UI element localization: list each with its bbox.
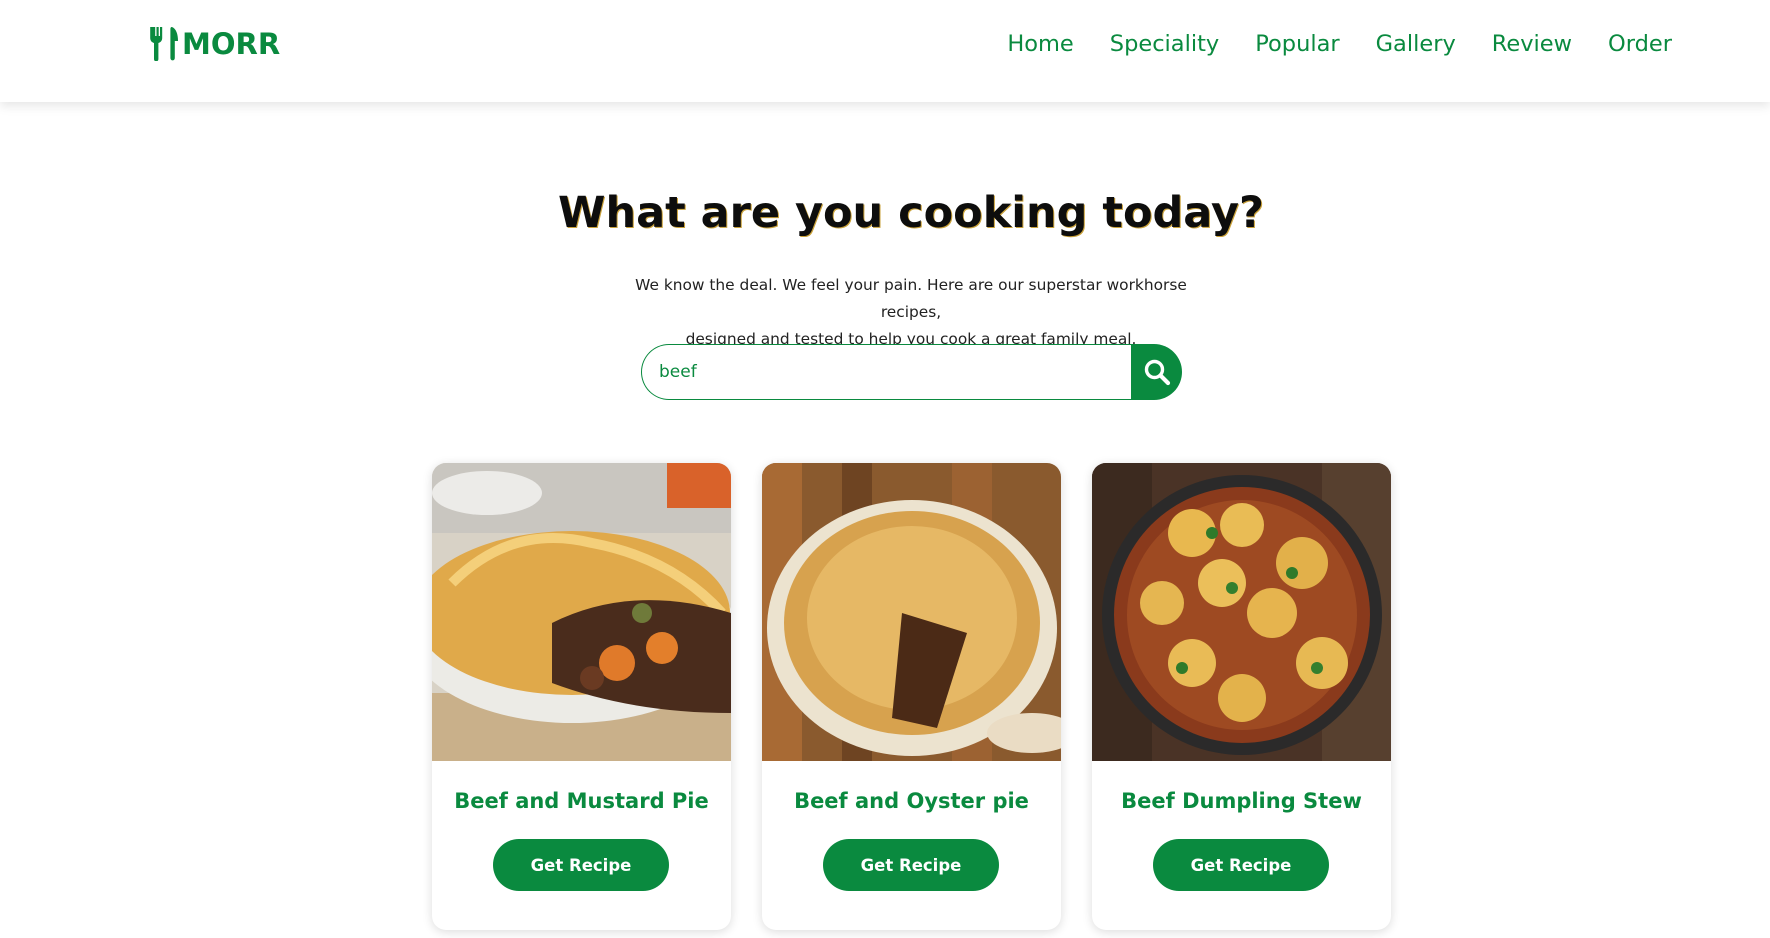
recipe-card: Beef Dumpling Stew Get Recipe [1092, 463, 1391, 930]
get-recipe-button[interactable]: Get Recipe [493, 839, 669, 891]
site-header: MORR Home Speciality Popular Gallery Rev… [0, 0, 1770, 102]
beef-dumpling-stew-photo [1092, 463, 1391, 761]
fork-knife-icon [150, 27, 178, 61]
nav-gallery[interactable]: Gallery [1376, 26, 1456, 62]
nav-speciality[interactable]: Speciality [1110, 26, 1219, 62]
recipe-title: Beef and Mustard Pie [454, 789, 709, 813]
search-input[interactable] [641, 344, 1131, 400]
nav-home[interactable]: Home [1007, 26, 1073, 62]
subtitle-line-1: We know the deal. We feel your pain. Her… [635, 276, 1187, 321]
recipe-title: Beef and Oyster pie [794, 789, 1029, 813]
recipe-card: Beef and Mustard Pie Get Recipe [432, 463, 731, 930]
beef-mustard-pie-photo [432, 463, 731, 761]
nav-review[interactable]: Review [1492, 26, 1572, 62]
logo-text: MORR [182, 27, 281, 61]
nav-order[interactable]: Order [1608, 26, 1672, 62]
main-nav: Home Speciality Popular Gallery Review O… [971, 26, 1672, 62]
get-recipe-button[interactable]: Get Recipe [823, 839, 999, 891]
recipe-title: Beef Dumpling Stew [1121, 789, 1362, 813]
recipe-card: Beef and Oyster pie Get Recipe [762, 463, 1061, 930]
nav-popular[interactable]: Popular [1255, 26, 1339, 62]
get-recipe-button[interactable]: Get Recipe [1153, 839, 1329, 891]
search-icon [1144, 359, 1170, 386]
beef-oyster-pie-photo [762, 463, 1061, 761]
search-form [641, 344, 1182, 400]
search-button[interactable] [1131, 344, 1182, 400]
page-title: What are you cooking today? [558, 188, 1264, 238]
logo[interactable]: MORR [150, 22, 280, 66]
page-subtitle: We know the deal. We feel your pain. Her… [620, 272, 1202, 353]
